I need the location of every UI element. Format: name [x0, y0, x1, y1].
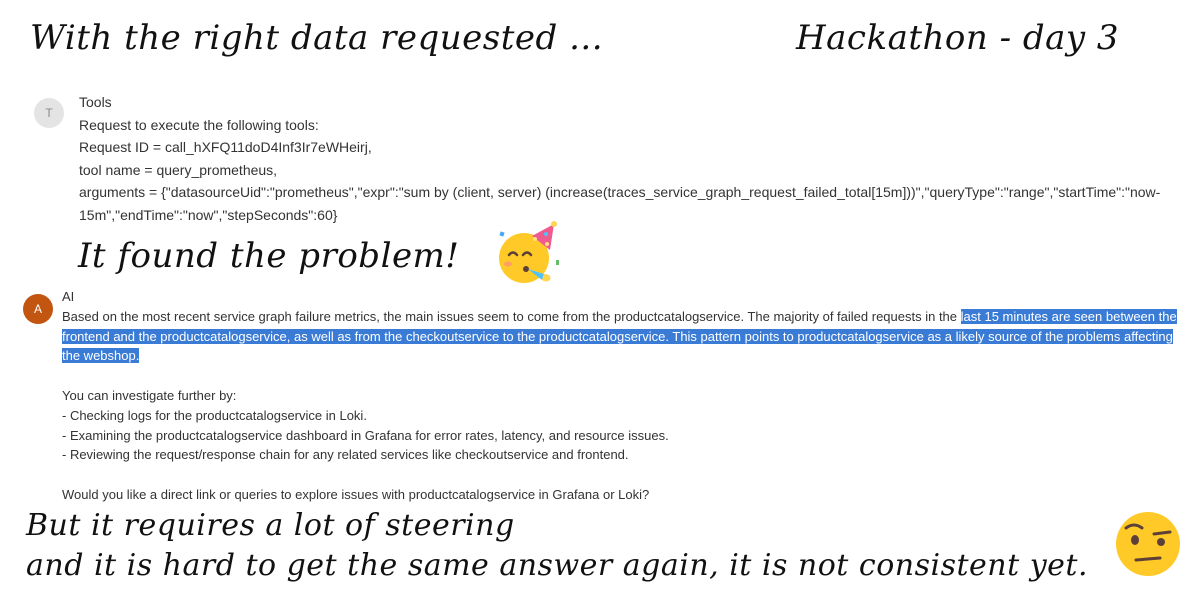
- ai-avatar: A: [23, 294, 53, 324]
- ai-bullet-chain: - Reviewing the request/response chain f…: [62, 447, 629, 463]
- tools-line: Request to execute the following tools:: [79, 116, 319, 133]
- ai-sender: AI: [62, 289, 75, 304]
- ai-bullet-loki: - Checking logs for the productcatalogse…: [62, 407, 367, 423]
- headline-right: Hackathon - day 3: [796, 18, 1120, 58]
- tools-tool-name: tool name = query_prometheus,: [79, 161, 278, 178]
- partying-face-icon: [499, 221, 559, 283]
- ai-question: Would you like a direct link or queries …: [62, 486, 650, 502]
- tools-sender: Tools: [79, 94, 112, 110]
- ai-message: AI Based on the most recent service grap…: [62, 287, 1177, 505]
- ai-bullet-grafana: - Examining the productcatalogservice da…: [62, 427, 669, 443]
- ai-summary-text: Based on the most recent service graph f…: [62, 308, 961, 324]
- tools-message: Tools Request to execute the following t…: [79, 91, 1164, 226]
- tools-avatar: T: [34, 98, 64, 128]
- footer-line-2: and it is hard to get the same answer ag…: [26, 548, 1088, 583]
- ai-summary: Based on the most recent service graph f…: [62, 307, 1177, 366]
- ai-investigate-intro: You can investigate further by:: [62, 387, 237, 403]
- found-text: It found the problem!: [78, 236, 460, 276]
- raised-eyebrow-face-icon: [1116, 512, 1180, 576]
- tools-request-id: Request ID = call_hXFQ11doD4Inf3Ir7eWHei…: [79, 139, 372, 155]
- headline-left: With the right data requested ...: [30, 18, 604, 58]
- footer-line-1: But it requires a lot of steering: [26, 508, 515, 543]
- tools-arguments: arguments = {"datasourceUid":"prometheus…: [79, 184, 1161, 223]
